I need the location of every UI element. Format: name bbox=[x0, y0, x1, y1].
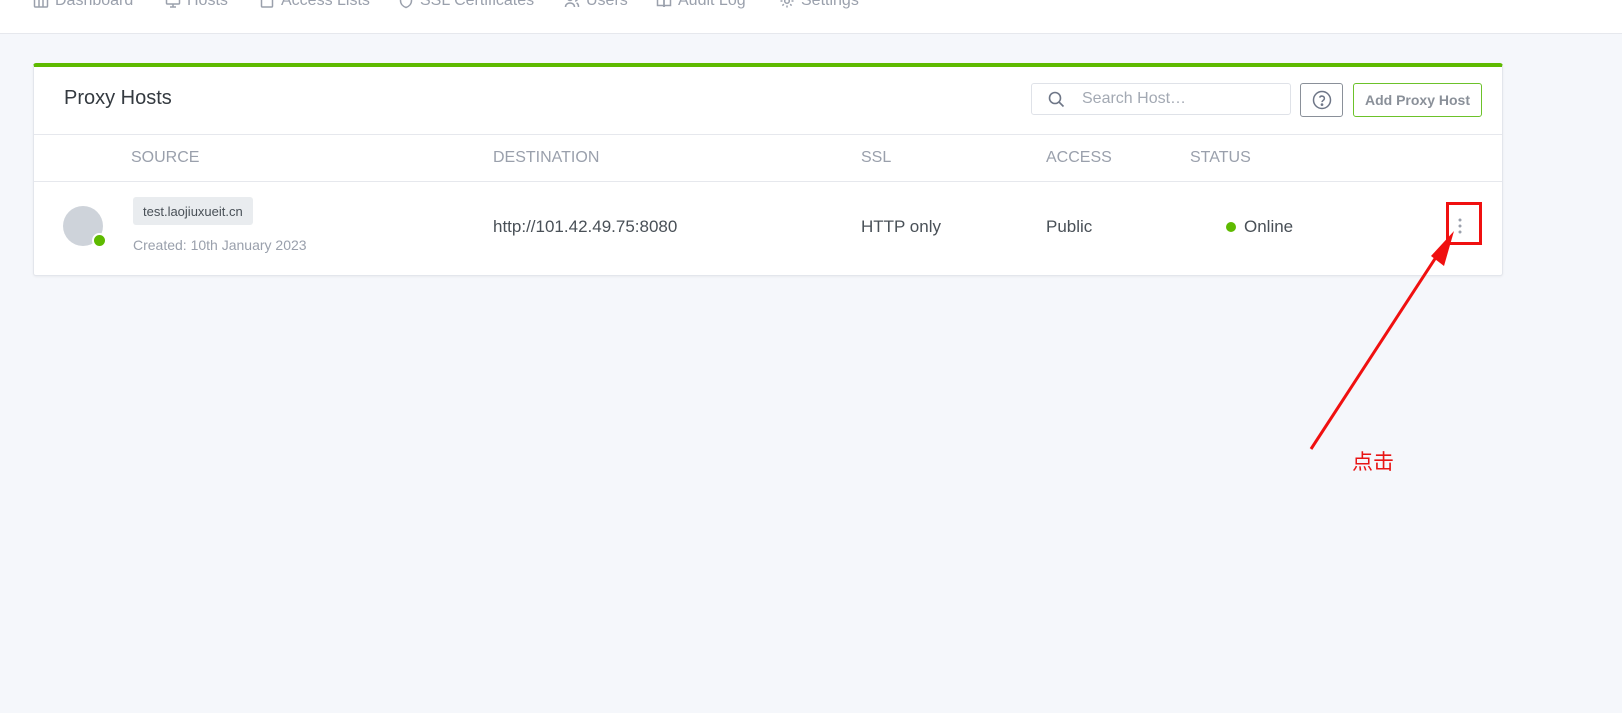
search-box[interactable] bbox=[1031, 83, 1291, 115]
annotation-highlight-box bbox=[1446, 202, 1482, 245]
nav-item-audit-log[interactable]: Audit Log bbox=[656, 0, 746, 11]
nav-item-users[interactable]: Users bbox=[564, 0, 628, 11]
column-header-ssl: SSL bbox=[861, 149, 892, 166]
page-title: Proxy Hosts bbox=[64, 87, 172, 109]
nav-item-hosts[interactable]: Hosts bbox=[165, 0, 228, 11]
destination-cell: http://101.42.49.75:8080 bbox=[493, 217, 678, 236]
status-dot bbox=[1226, 222, 1236, 232]
users-icon bbox=[564, 0, 580, 8]
gear-icon bbox=[780, 0, 794, 8]
help-icon bbox=[1312, 90, 1331, 110]
nav-label: Dashboard bbox=[55, 0, 134, 9]
avatar bbox=[63, 206, 107, 248]
column-header-status: STATUS bbox=[1190, 149, 1251, 166]
nav-label: Settings bbox=[801, 0, 859, 9]
lock-icon bbox=[260, 0, 274, 8]
column-header-access: ACCESS bbox=[1046, 149, 1112, 166]
created-date: Created: 10th January 2023 bbox=[133, 237, 307, 253]
nav-item-ssl-certificates[interactable]: SSL Certificates bbox=[398, 0, 534, 11]
nav-label: Users bbox=[586, 0, 628, 9]
nav-label: Audit Log bbox=[678, 0, 746, 9]
help-button[interactable] bbox=[1300, 83, 1343, 117]
access-cell: Public bbox=[1046, 217, 1093, 236]
search-icon bbox=[1048, 91, 1065, 108]
book-icon bbox=[656, 0, 672, 8]
nav-item-dashboard[interactable]: Dashboard bbox=[33, 0, 133, 11]
nav-item-access-lists[interactable]: Access Lists bbox=[259, 0, 370, 11]
nav-label: SSL Certificates bbox=[420, 0, 535, 9]
shield-icon bbox=[399, 0, 413, 9]
annotation-label: 点击 bbox=[1352, 450, 1394, 474]
monitor-icon bbox=[165, 0, 181, 8]
nav-label: Access Lists bbox=[281, 0, 370, 9]
dashboard-icon bbox=[33, 0, 49, 8]
search-input[interactable] bbox=[1080, 84, 1285, 114]
proxy-hosts-card: Proxy Hosts Add Proxy Host SOURCE DESTIN… bbox=[33, 63, 1503, 276]
nav-label: Hosts bbox=[187, 0, 228, 9]
nav-item-settings[interactable]: Settings bbox=[779, 0, 859, 11]
card-header: Proxy Hosts Add Proxy Host bbox=[34, 67, 1502, 135]
add-proxy-host-button[interactable]: Add Proxy Host bbox=[1353, 83, 1482, 117]
status-cell: Online bbox=[1244, 217, 1294, 236]
online-indicator bbox=[92, 233, 107, 248]
column-header-destination: DESTINATION bbox=[493, 149, 600, 166]
ssl-cell: HTTP only bbox=[861, 217, 941, 236]
column-header-source: SOURCE bbox=[131, 149, 200, 166]
header-divider bbox=[34, 181, 1502, 182]
host-domain-tag[interactable]: test.laojiuxueit.cn bbox=[133, 197, 253, 225]
top-navigation: Dashboard Hosts Access Lists SSL Certifi… bbox=[0, 0, 1622, 34]
